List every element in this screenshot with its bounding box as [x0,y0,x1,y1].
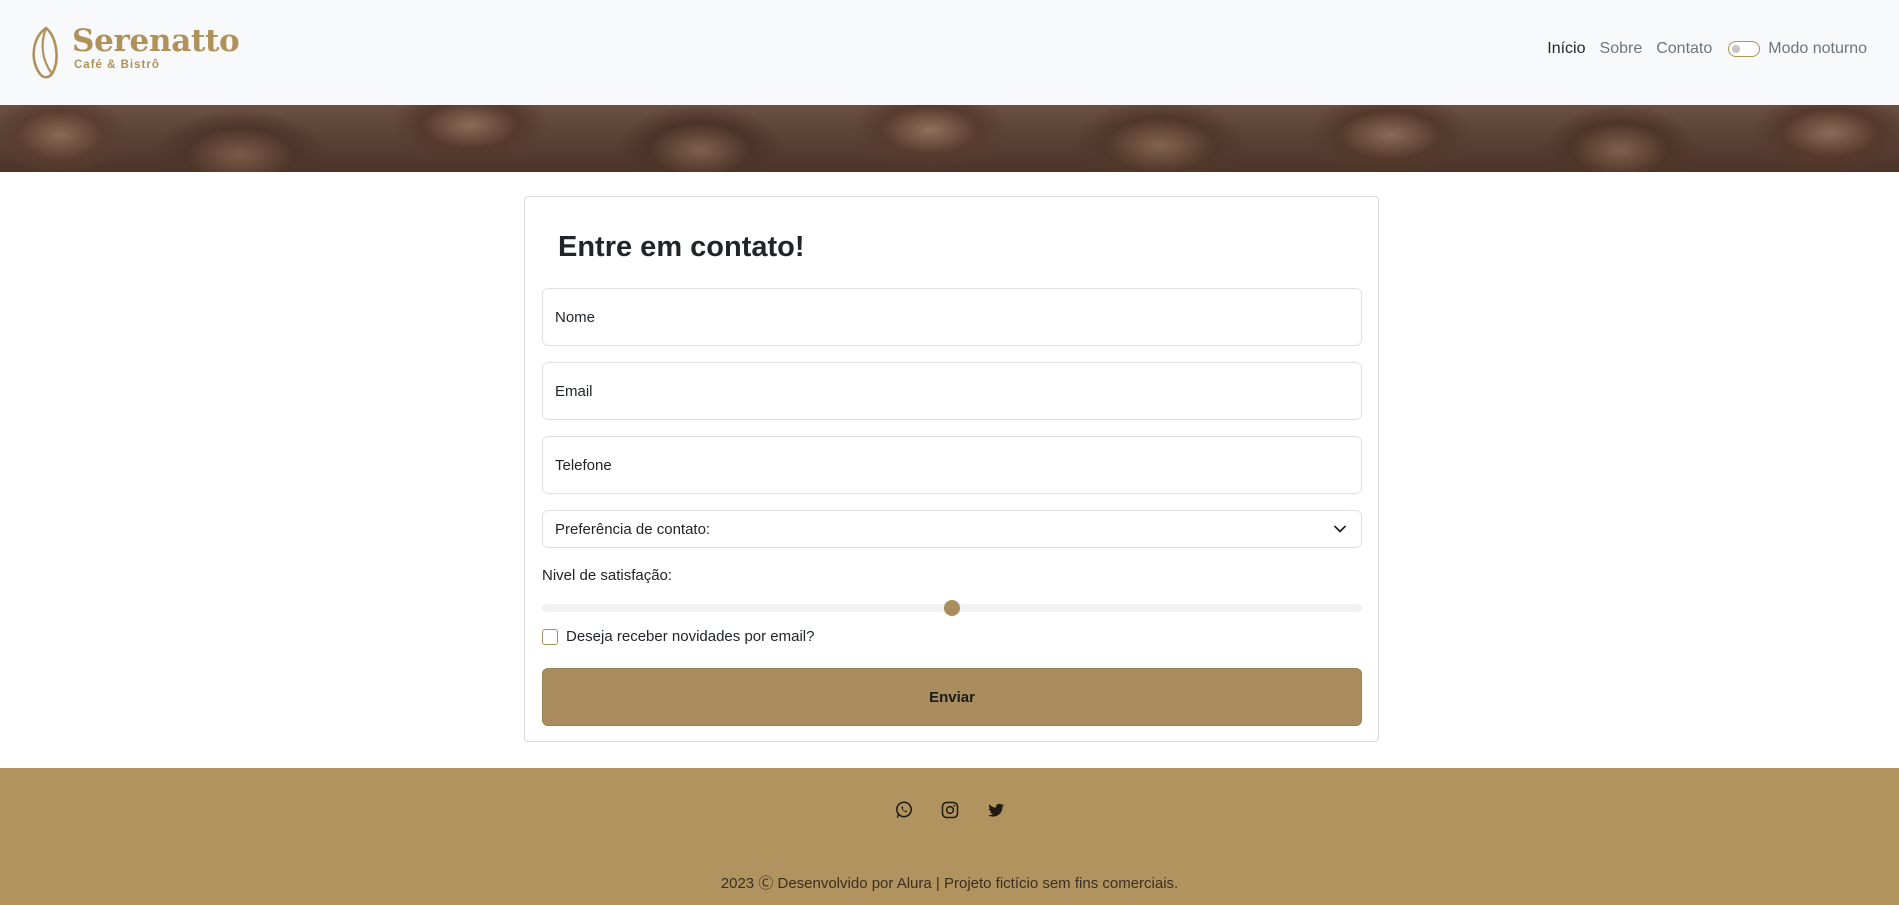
site-header: Serenatto Café & Bistrô Início Sobre Con… [0,0,1899,105]
dark-mode-toggle[interactable] [1728,41,1761,57]
satisfaction-slider[interactable] [542,600,1362,616]
newsletter-option: Deseja receber novidades por email? [542,628,814,645]
toggle-knob [1732,44,1741,53]
whatsapp-icon[interactable] [894,800,914,820]
logo[interactable]: Serenatto Café & Bistrô [26,23,240,80]
dark-mode-switch: Modo noturno [1728,40,1867,58]
chevron-down-icon [1334,525,1346,533]
contact-preference-select[interactable]: Preferência de contato: [542,510,1362,548]
nav-item-sobre[interactable]: Sobre [1600,40,1643,58]
email-field[interactable]: Email [542,362,1362,420]
email-placeholder: Email [555,382,593,400]
coffee-bean-logo-icon [32,26,58,79]
satisfaction-label: Nivel de satisfação: [542,567,673,584]
phone-placeholder: Telefone [555,456,612,474]
main-nav: Início Sobre Contato Modo noturno [1547,40,1867,58]
copyright-text: 2023 Ⓒ Desenvolvido por Alura | Projeto … [720,875,1179,892]
nav-item-inicio[interactable]: Início [1547,40,1585,58]
name-placeholder: Nome [555,308,596,326]
site-footer: 2023 Ⓒ Desenvolvido por Alura | Projeto … [0,768,1899,905]
slider-thumb[interactable] [944,600,960,616]
newsletter-label: Deseja receber novidades por email? [566,628,815,645]
submit-button[interactable]: Enviar [542,668,1362,726]
coffee-beans-banner [0,105,1899,172]
nav-item-contato[interactable]: Contato [1656,40,1712,58]
phone-field[interactable]: Telefone [542,436,1362,494]
contact-preference-value: Preferência de contato: [555,520,711,538]
brand-name: Serenatto [72,23,240,59]
brand-tagline: Café & Bistrô [74,59,160,72]
contact-form-card: Entre em contato! Nome Email Telefone Pr… [524,196,1379,742]
instagram-icon[interactable] [940,800,960,820]
twitter-icon[interactable] [986,800,1006,820]
dark-mode-label: Modo noturno [1768,40,1867,57]
form-title: Entre em contato! [558,231,805,263]
newsletter-checkbox[interactable] [542,628,558,645]
name-field[interactable]: Nome [542,288,1362,346]
social-links [0,800,1899,820]
